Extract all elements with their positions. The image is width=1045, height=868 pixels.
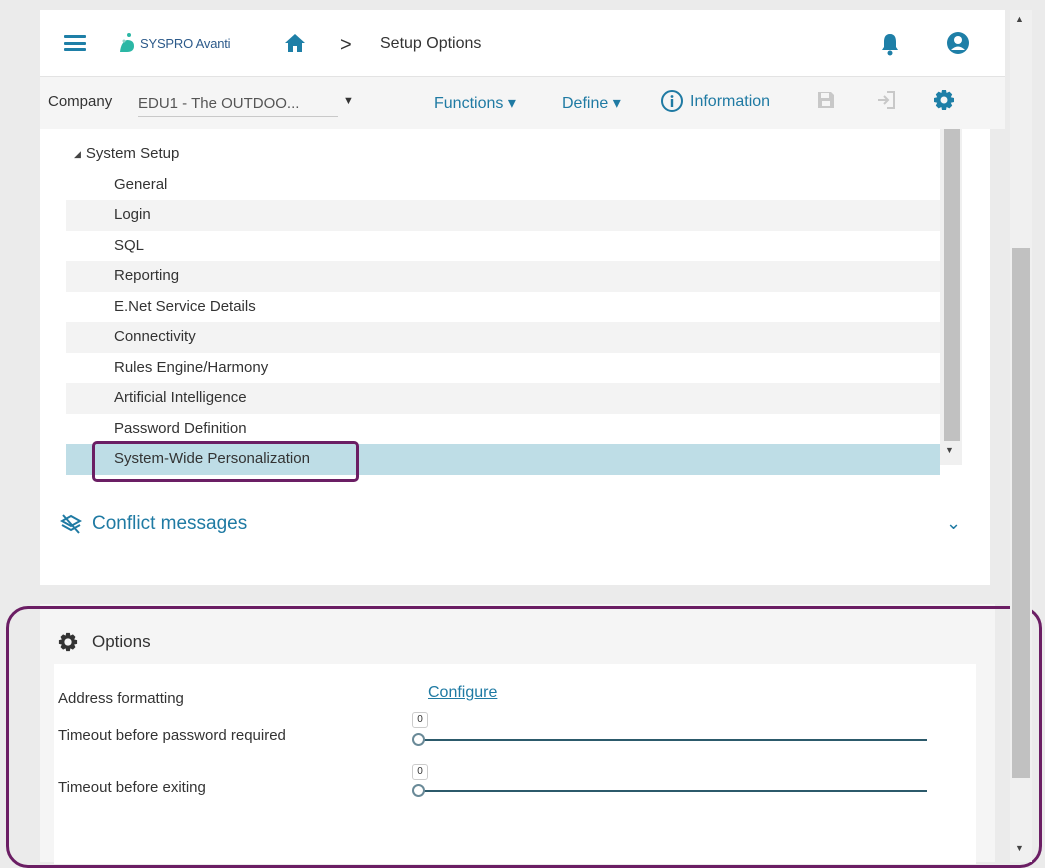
syspro-logo[interactable]: SYSPRO Avanti — [118, 30, 231, 56]
scroll-down-arrow-icon[interactable]: ▼ — [1015, 843, 1024, 853]
info-icon[interactable] — [660, 89, 684, 118]
page-title: Setup Options — [380, 35, 482, 52]
bell-icon[interactable] — [880, 32, 900, 61]
annotation-options-box — [6, 606, 1042, 868]
gear-icon[interactable] — [933, 89, 955, 116]
app-header: SYSPRO Avanti > Setup Options — [40, 10, 1005, 77]
tree-item[interactable]: Login — [66, 200, 940, 231]
window-scrollbar-thumb[interactable] — [1012, 248, 1030, 778]
annotation-highlight-box — [92, 441, 359, 482]
conflict-messages-header[interactable]: Conflict messages — [92, 513, 247, 535]
define-menu[interactable]: Define ▾ — [562, 93, 621, 113]
tree-item[interactable]: Rules Engine/Harmony — [66, 353, 940, 384]
user-icon[interactable] — [946, 31, 970, 60]
toolbar: Company EDU1 - The OUTDOO... ▼ Functions… — [40, 77, 1005, 129]
company-label: Company — [48, 93, 113, 110]
save-icon[interactable] — [816, 90, 836, 115]
tree-item[interactable]: Connectivity — [66, 322, 940, 353]
setup-tree: ◢ System Setup General Login SQL Reportin… — [66, 139, 940, 475]
exit-icon[interactable] — [875, 90, 897, 115]
conflict-layers-icon — [59, 514, 83, 539]
tree-item[interactable]: Reporting — [66, 261, 940, 292]
tree-item[interactable]: Password Definition — [66, 414, 940, 445]
information-button[interactable]: Information — [690, 93, 770, 111]
scroll-up-arrow-icon[interactable]: ▲ — [1015, 14, 1024, 24]
tree-item[interactable]: Artificial Intelligence — [66, 383, 940, 414]
breadcrumb-separator: > — [340, 34, 352, 56]
caret-down-icon[interactable]: ▼ — [343, 95, 354, 107]
tree-scrollbar-thumb[interactable] — [944, 129, 960, 441]
company-select[interactable]: EDU1 - The OUTDOO... — [138, 95, 338, 117]
tree-item[interactable]: SQL — [66, 231, 940, 262]
logo-icon — [120, 33, 134, 52]
tree-item[interactable]: E.Net Service Details — [66, 292, 940, 323]
hamburger-menu-icon[interactable] — [64, 35, 86, 51]
tree-item[interactable]: General — [66, 170, 940, 201]
chevron-down-icon[interactable]: ⌄ — [946, 513, 961, 534]
functions-menu[interactable]: Functions ▾ — [434, 93, 516, 113]
scroll-down-arrow-icon[interactable]: ▼ — [945, 445, 954, 455]
home-icon[interactable] — [284, 33, 306, 58]
expand-triangle-icon[interactable]: ◢ — [74, 149, 81, 159]
logo-text: SYSPRO Avanti — [140, 35, 231, 51]
tree-item-system-setup[interactable]: ◢ System Setup — [66, 139, 940, 170]
